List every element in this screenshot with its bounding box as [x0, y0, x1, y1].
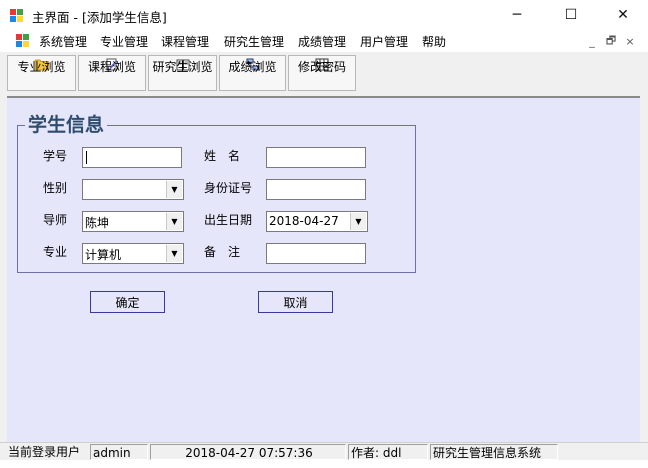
remark-label: 备 注	[204, 245, 241, 259]
toolbar-major-browse-button[interactable]: 专业浏览	[7, 55, 76, 91]
major-label: 专业	[43, 245, 68, 259]
app-icon	[10, 9, 23, 22]
status-datetime: 2018-04-27 07:57:36	[150, 444, 346, 460]
toolbar-course-browse-button[interactable]: 课程浏览	[78, 55, 146, 91]
toolbar-button-label: 成绩浏览	[228, 60, 277, 74]
status-system-name: 研究生管理信息系统	[430, 444, 558, 460]
menu-course[interactable]: 课程管理	[161, 33, 209, 50]
cancel-button[interactable]: 取消	[258, 291, 333, 313]
advisor-value: 陈坤	[85, 216, 110, 230]
status-user: admin	[90, 444, 148, 460]
id-card-label: 身份证号	[204, 181, 253, 195]
title-bar[interactable]: 主界面 - [添加学生信息] ─ ☐ ✕	[0, 0, 648, 30]
toolbar-change-password-button[interactable]: 修改密码	[288, 55, 356, 91]
chevron-down-icon[interactable]: ▼	[166, 245, 182, 262]
toolbar-button-label: 专业浏览	[17, 60, 66, 74]
toolbar-grades-browse-button[interactable]: 成绩浏览	[219, 55, 286, 91]
menu-help[interactable]: 帮助	[422, 33, 446, 50]
status-user-label: 当前登录用户	[8, 445, 81, 459]
toolbar-button-label: 课程浏览	[87, 60, 136, 74]
advisor-select[interactable]: 陈坤 ▼	[82, 211, 184, 232]
birthdate-value: 2018-04-27	[269, 214, 339, 228]
chevron-down-icon[interactable]: ▼	[166, 213, 182, 230]
mdi-restore-button[interactable]: 🗗	[603, 33, 619, 49]
maximize-button[interactable]: ☐	[548, 0, 594, 30]
remark-input[interactable]	[266, 243, 366, 264]
id-card-input[interactable]	[266, 179, 366, 200]
close-button[interactable]: ✕	[600, 0, 646, 30]
advisor-label: 导师	[43, 213, 68, 227]
text-caret	[86, 151, 87, 164]
birthdate-picker[interactable]: 2018-04-27 ▼	[266, 211, 368, 232]
toolbar: 专业浏览 课程浏览 研究生浏览 成绩浏览 修改密码	[0, 52, 648, 96]
minimize-button[interactable]: ─	[494, 0, 540, 30]
student-id-input[interactable]	[82, 147, 182, 168]
gender-select[interactable]: ▼	[82, 179, 184, 200]
toolbar-button-label: 研究生浏览	[152, 60, 213, 74]
mdi-minimize-button[interactable]: _	[584, 33, 600, 49]
confirm-button[interactable]: 确定	[90, 291, 165, 313]
menu-bar: 系统管理 专业管理 课程管理 研究生管理 成绩管理 用户管理 帮助 _ 🗗 ×	[0, 30, 648, 53]
window-title: 主界面 - [添加学生信息]	[32, 10, 167, 25]
chevron-down-icon[interactable]: ▼	[350, 213, 366, 230]
toolbar-graduate-browse-button[interactable]: 研究生浏览	[148, 55, 217, 91]
name-label: 姓 名	[204, 149, 241, 163]
menu-users[interactable]: 用户管理	[360, 33, 408, 50]
status-bar: 当前登录用户 admin 2018-04-27 07:57:36 作者: ddl…	[0, 442, 648, 461]
toolbar-button-label: 修改密码	[297, 60, 346, 74]
mdi-frame-right	[640, 96, 648, 442]
menu-graduate[interactable]: 研究生管理	[224, 33, 284, 50]
gender-label: 性别	[43, 181, 68, 195]
mdi-child-icon[interactable]	[16, 34, 30, 47]
background-window-strip	[0, 460, 648, 468]
menu-grades[interactable]: 成绩管理	[298, 33, 346, 50]
group-title: 学生信息	[25, 113, 108, 137]
mdi-close-button[interactable]: ×	[622, 33, 638, 49]
student-id-label: 学号	[43, 149, 68, 163]
name-input[interactable]	[266, 147, 366, 168]
menu-major[interactable]: 专业管理	[100, 33, 148, 50]
major-select[interactable]: 计算机 ▼	[82, 243, 184, 264]
menu-system[interactable]: 系统管理	[39, 33, 87, 50]
chevron-down-icon[interactable]: ▼	[166, 181, 182, 198]
status-author: 作者: ddl	[348, 444, 428, 460]
mdi-frame-left	[0, 96, 7, 442]
major-value: 计算机	[85, 248, 122, 262]
birthdate-label: 出生日期	[204, 213, 253, 227]
